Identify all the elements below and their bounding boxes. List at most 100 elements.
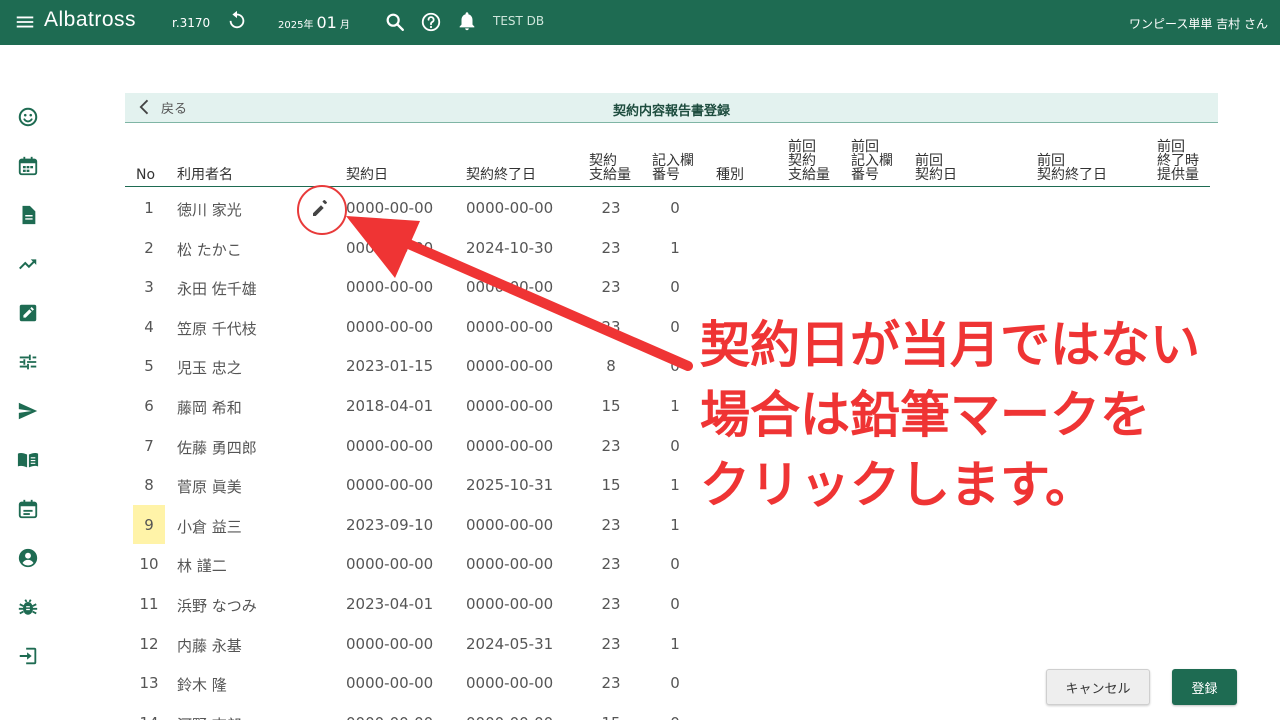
table-row[interactable]: 14 河野 志郎 0000-00-00 0000-00-00 15 0 — [125, 703, 1210, 720]
period-month-unit: 月 — [339, 20, 350, 31]
table-row[interactable]: 11 浜野 なつみ 2023-04-01 0000-00-00 23 0 — [125, 584, 1210, 623]
col-header-prev-supply-qty: 前回 契約 支給量 — [788, 139, 830, 183]
col-header-prev-contract-date: 前回 契約日 — [915, 153, 957, 183]
title-bar: 戻る 契約内容報告書登録 — [125, 93, 1218, 123]
help-icon[interactable] — [420, 11, 442, 33]
trend-icon[interactable] — [17, 253, 39, 275]
edit-square-icon[interactable] — [17, 302, 39, 324]
entry-no-cell: 0 — [670, 199, 680, 217]
contract-date-cell: 0000-00-00 — [346, 278, 434, 297]
supply-qty-cell: 15 — [585, 714, 637, 720]
entry-no-cell: 0 — [670, 436, 680, 455]
supply-qty-cell: 23 — [601, 436, 621, 455]
col-header-name: 利用者名 — [177, 167, 233, 183]
document-icon[interactable] — [17, 204, 39, 226]
table-row[interactable]: 12 内藤 永基 0000-00-00 2024-05-31 23 1 — [125, 624, 1210, 663]
contract-date-cell: 2018-04-01 — [346, 397, 434, 415]
table-row[interactable]: 3 永田 佐千雄 0000-00-00 0000-00-00 23 0 — [125, 267, 1210, 306]
bell-icon[interactable] — [456, 10, 478, 32]
calendar-icon[interactable] — [17, 155, 39, 177]
table-row[interactable]: 2 松 たかこ 0000-00-00 2024-10-30 23 1 — [125, 228, 1210, 267]
cancel-button[interactable]: キャンセル — [1046, 669, 1150, 705]
book-icon[interactable] — [17, 449, 39, 471]
table-row[interactable]: 10 林 謹二 0000-00-00 0000-00-00 23 0 — [125, 544, 1210, 583]
row-no: 7 — [144, 436, 154, 455]
database-label: TEST DB — [493, 14, 545, 28]
register-button[interactable]: 登録 — [1172, 669, 1237, 705]
contract-end-cell: 0000-00-00 — [466, 397, 554, 415]
contract-date-cell: 0000-00-00 — [346, 555, 434, 574]
sidebar — [0, 45, 60, 720]
search-icon[interactable] — [384, 11, 406, 33]
row-no: 2 — [144, 238, 154, 257]
contract-date-cell: 0000-00-00 — [346, 238, 434, 257]
app-brand[interactable]: Albatross — [44, 8, 136, 32]
row-no: 14 — [133, 714, 165, 720]
entry-no-cell: 1 — [670, 476, 680, 495]
user-name-cell: 鈴木 隆 — [177, 676, 227, 695]
user-name-cell: 浜野 なつみ — [177, 597, 257, 615]
contract-date-cell: 2023-01-15 — [346, 357, 434, 376]
row-no: 11 — [139, 595, 159, 613]
col-header-supply-qty: 契約 支給量 — [589, 153, 631, 183]
send-icon[interactable] — [17, 400, 39, 422]
col-header-type: 種別 — [716, 167, 744, 183]
row-no: 12 — [139, 634, 159, 653]
supply-qty-cell: 15 — [601, 476, 621, 495]
contract-end-cell: 0000-00-00 — [466, 317, 554, 336]
supply-qty-cell: 23 — [601, 674, 621, 693]
callout-line-3: クリックします。 — [700, 456, 1095, 514]
col-header-no: No — [136, 167, 156, 183]
menu-icon[interactable] — [14, 11, 36, 33]
user-name-cell: 小倉 益三 — [177, 517, 242, 536]
smiley-icon[interactable] — [17, 106, 39, 128]
contract-end-cell: 0000-00-00 — [466, 357, 554, 376]
user-name-cell: 内藤 永基 — [177, 636, 242, 655]
account-icon[interactable] — [17, 547, 39, 569]
supply-qty-cell: 23 — [601, 595, 621, 613]
refresh-icon[interactable] — [226, 9, 248, 31]
contract-end-cell: 0000-00-00 — [466, 595, 554, 613]
user-name[interactable]: ワンピース単単 吉村 さん — [1129, 15, 1268, 32]
contract-date-cell: 0000-00-00 — [346, 436, 434, 455]
user-name-cell: 児玉 忠之 — [177, 359, 242, 378]
contract-end-cell: 0000-00-00 — [466, 674, 554, 693]
user-name-cell: 菅原 眞美 — [177, 478, 242, 497]
entry-no-cell: 1 — [670, 397, 680, 415]
row-no: 1 — [144, 199, 154, 217]
contract-end-cell: 2024-05-31 — [466, 634, 554, 653]
contract-date-cell: 0000-00-00 — [346, 634, 434, 653]
table-row[interactable]: 1 徳川 家光 0000-00-00 0000-00-00 23 0 — [125, 188, 1210, 227]
col-header-entry-no: 記入欄 番号 — [652, 153, 694, 183]
row-no: 10 — [139, 555, 159, 574]
contract-date-cell: 0000-00-00 — [346, 317, 434, 336]
sliders-icon[interactable] — [17, 351, 39, 373]
event-icon[interactable] — [17, 498, 39, 520]
user-name-cell: 徳川 家光 — [177, 201, 242, 219]
contract-date-cell: 0000-00-00 — [346, 674, 434, 693]
pencil-icon[interactable] — [309, 196, 333, 220]
col-header-contract-end: 契約終了日 — [466, 167, 536, 183]
col-header-prev-end-supply: 前回 終了時 提供量 — [1157, 139, 1199, 183]
contract-end-cell: 0000-00-00 — [466, 278, 554, 297]
user-name-cell: 笠原 千代枝 — [177, 319, 257, 338]
supply-qty-cell: 8 — [606, 357, 616, 376]
period-year: 2025 — [278, 20, 304, 31]
supply-qty-cell: 23 — [601, 317, 621, 336]
contract-end-cell: 0000-00-00 — [466, 714, 553, 720]
contract-date-cell: 0000-00-00 — [346, 476, 434, 495]
login-icon[interactable] — [17, 645, 39, 667]
row-no: 13 — [139, 674, 159, 693]
entry-no-cell: 1 — [670, 238, 680, 257]
bug-icon[interactable] — [17, 596, 39, 618]
contract-date-cell: 0000-00-00 — [346, 714, 433, 720]
period-selector[interactable]: 2025年 01 月 — [278, 13, 350, 32]
contract-date-cell: 2023-09-10 — [346, 515, 434, 534]
entry-no-cell: 0 — [670, 595, 680, 613]
entry-no-cell: 0 — [670, 674, 680, 693]
table-header: No 利用者名 契約日 契約終了日 契約 支給量 記入欄 番号 種別 前回 契約… — [125, 130, 1210, 187]
supply-qty-cell: 15 — [601, 397, 621, 415]
period-year-unit: 年 — [303, 20, 314, 31]
col-header-prev-contract-end: 前回 契約終了日 — [1037, 153, 1107, 183]
row-no: 6 — [144, 397, 154, 415]
